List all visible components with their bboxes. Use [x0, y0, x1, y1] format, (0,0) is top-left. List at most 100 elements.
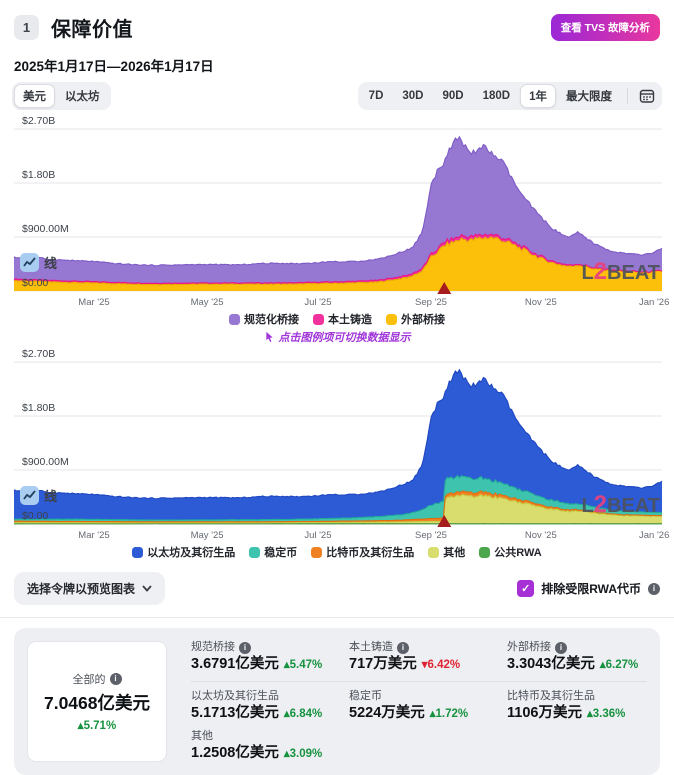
info-icon[interactable]: i	[648, 583, 660, 595]
legend-label: 稳定币	[264, 544, 297, 560]
legend-item-外部桥接[interactable]: 外部桥接	[386, 311, 445, 327]
svg-text:Nov '25: Nov '25	[525, 297, 557, 308]
legend-swatch	[479, 547, 490, 558]
legend-item-规范化桥接[interactable]: 规范化桥接	[229, 311, 299, 327]
stat-change: ▴6.27%	[600, 659, 638, 672]
divider	[627, 88, 628, 104]
tvs-page: 1 保障价值 查看 TVS 故障分析 2025年1月17日—2026年1月17日…	[0, 0, 674, 775]
chevron-down-icon	[142, 585, 152, 592]
stat-change: ▴1.72%	[430, 708, 468, 721]
info-icon[interactable]: i	[110, 673, 122, 685]
svg-text:Jul '25: Jul '25	[304, 530, 331, 541]
unit-option-以太坊[interactable]: 以太坊	[56, 84, 109, 108]
legend-bridge: 规范化桥接本土铸造 外部桥接	[0, 311, 674, 327]
header: 1 保障价值 查看 TVS 故障分析	[0, 13, 674, 42]
stat-change: ▾6.42%	[422, 659, 460, 672]
legend-item-比特币及其衍生品[interactable]: 比特币及其衍生品	[311, 544, 414, 560]
stat-cell-规范桥接: 规范桥接i3.6791亿美元▴5.47%	[191, 641, 349, 673]
chart-canvas-bridge[interactable]: $2.70B$1.80B$900.00M$0.00Mar '25May '25J…	[0, 114, 674, 310]
legend-swatch	[313, 314, 324, 325]
legend-tip-text: 点击图例项可切换数据显示	[279, 329, 411, 345]
legend-swatch	[311, 547, 322, 558]
svg-text:Jan '26: Jan '26	[639, 530, 669, 541]
stat-label: 规范桥接i	[191, 641, 349, 654]
chart-type-toggle[interactable]: 线	[20, 486, 57, 505]
legend-swatch	[428, 547, 439, 558]
stat-cell-以太坊及其衍生品: 以太坊及其衍生品5.1713亿美元▴6.84%	[191, 690, 349, 722]
line-chart-icon	[20, 486, 39, 505]
svg-text:$0.00: $0.00	[22, 510, 48, 522]
svg-text:Sep '25: Sep '25	[415, 297, 447, 308]
stat-value: 5224万美元▴1.72%	[349, 705, 507, 722]
svg-text:Jan '26: Jan '26	[639, 297, 669, 308]
legend-swatch	[249, 547, 260, 558]
total-label: 全部的 i	[73, 671, 122, 687]
svg-text:Mar '25: Mar '25	[78, 530, 109, 541]
stat-value: 717万美元▾6.42%	[349, 656, 507, 673]
stat-value: 1106万美元▴3.36%	[507, 705, 647, 722]
rwa-checkbox[interactable]: ✓	[517, 580, 534, 597]
range-option-最大限度[interactable]: 最大限度	[557, 84, 621, 108]
legend-swatch	[229, 314, 240, 325]
stat-change: ▴5.47%	[284, 659, 322, 672]
page-title: 保障价值	[51, 13, 133, 42]
info-icon[interactable]: i	[239, 642, 251, 654]
legend-swatch	[132, 547, 143, 558]
svg-text:$1.80B: $1.80B	[22, 402, 55, 414]
range-option-90D[interactable]: 90D	[433, 86, 472, 106]
unit-option-美元[interactable]: 美元	[14, 84, 55, 108]
range-option-1年[interactable]: 1年	[520, 84, 556, 108]
range-option-30D[interactable]: 30D	[393, 86, 432, 106]
svg-text:$2.70B: $2.70B	[22, 348, 55, 360]
rwa-filter-label: 排除受限RWA代币	[541, 580, 641, 597]
token-preview-button[interactable]: 选择令牌以预览图表	[14, 572, 165, 605]
unit-toggle: 美元以太坊	[12, 82, 111, 110]
stats-grid: 规范桥接i3.6791亿美元▴5.47%本土铸造i717万美元▾6.42%外部桥…	[191, 641, 647, 762]
legend-label: 规范化桥接	[244, 311, 299, 327]
divider	[191, 681, 647, 682]
svg-text:$900.00M: $900.00M	[22, 223, 69, 235]
stat-cell-本土铸造: 本土铸造i717万美元▾6.42%	[349, 641, 507, 673]
line-chart-icon	[20, 253, 39, 272]
tvs-breakdown-button[interactable]: 查看 TVS 故障分析	[551, 14, 660, 41]
stats-row: 规范桥接i3.6791亿美元▴5.47%本土铸造i717万美元▾6.42%外部桥…	[191, 641, 647, 673]
chart-canvas-assets[interactable]: $2.70B $1.80B $900.00M $0.00 Mar '25 May '25 J…	[0, 347, 674, 543]
chart-bridge-breakdown: $2.70B$1.80B$900.00M$0.00Mar '25May '25J…	[0, 114, 674, 310]
chart-type-toggle[interactable]: 线	[20, 253, 57, 272]
line-toggle-label: 线	[44, 486, 57, 505]
range-option-7D[interactable]: 7D	[360, 86, 393, 106]
summary-panel: 全部的 i 7.0468亿美元 ▴5.71% 规范桥接i3.6791亿美元▴5.…	[14, 628, 660, 775]
stat-value: 1.2508亿美元▴3.09%	[191, 745, 349, 762]
svg-text:$1.80B: $1.80B	[22, 169, 55, 181]
legend-item-稳定币[interactable]: 稳定币	[249, 544, 297, 560]
legend-item-其他[interactable]: 其他	[428, 544, 465, 560]
legend-item-公共RWA[interactable]: 公共RWA	[479, 544, 541, 560]
chart-asset-breakdown: $2.70B $1.80B $900.00M $0.00 Mar '25 May '25 J…	[0, 347, 674, 543]
range-option-180D[interactable]: 180D	[474, 86, 520, 106]
svg-text:Nov '25: Nov '25	[525, 530, 557, 541]
legend-label: 外部桥接	[401, 311, 445, 327]
section-divider	[0, 617, 674, 618]
section-index-badge: 1	[14, 15, 39, 40]
legend-swatch	[386, 314, 397, 325]
token-row: 选择令牌以预览图表 ✓ 排除受限RWA代币 i	[0, 572, 674, 605]
stat-label: 外部桥接i	[507, 641, 647, 654]
info-icon[interactable]: i	[397, 642, 409, 654]
svg-text:May '25: May '25	[191, 530, 224, 541]
stat-label: 以太坊及其衍生品	[191, 690, 349, 703]
svg-text:$900.00M: $900.00M	[22, 456, 69, 468]
stat-change: ▴6.84%	[284, 708, 322, 721]
legend-label: 以太坊及其衍生品	[147, 544, 235, 560]
legend-item-以太坊及其衍生品[interactable]: 以太坊及其衍生品	[132, 544, 235, 560]
token-preview-label: 选择令牌以预览图表	[27, 580, 135, 597]
legend-item-本土铸造[interactable]: 本土铸造	[313, 311, 372, 327]
svg-text:Sep '25: Sep '25	[415, 530, 447, 541]
stats-row: 其他1.2508亿美元▴3.09%	[191, 730, 647, 762]
legend-tip: 点击图例项可切换数据显示	[0, 329, 674, 345]
legend-assets: 以太坊及其衍生品 稳定币比特币及其衍生品其他公共RWA	[0, 544, 674, 560]
rwa-filter[interactable]: ✓ 排除受限RWA代币 i	[517, 580, 660, 597]
stat-change: ▴3.36%	[587, 708, 625, 721]
calendar-icon[interactable]	[634, 85, 660, 107]
info-icon[interactable]: i	[555, 642, 567, 654]
svg-text:May '25: May '25	[191, 297, 224, 308]
